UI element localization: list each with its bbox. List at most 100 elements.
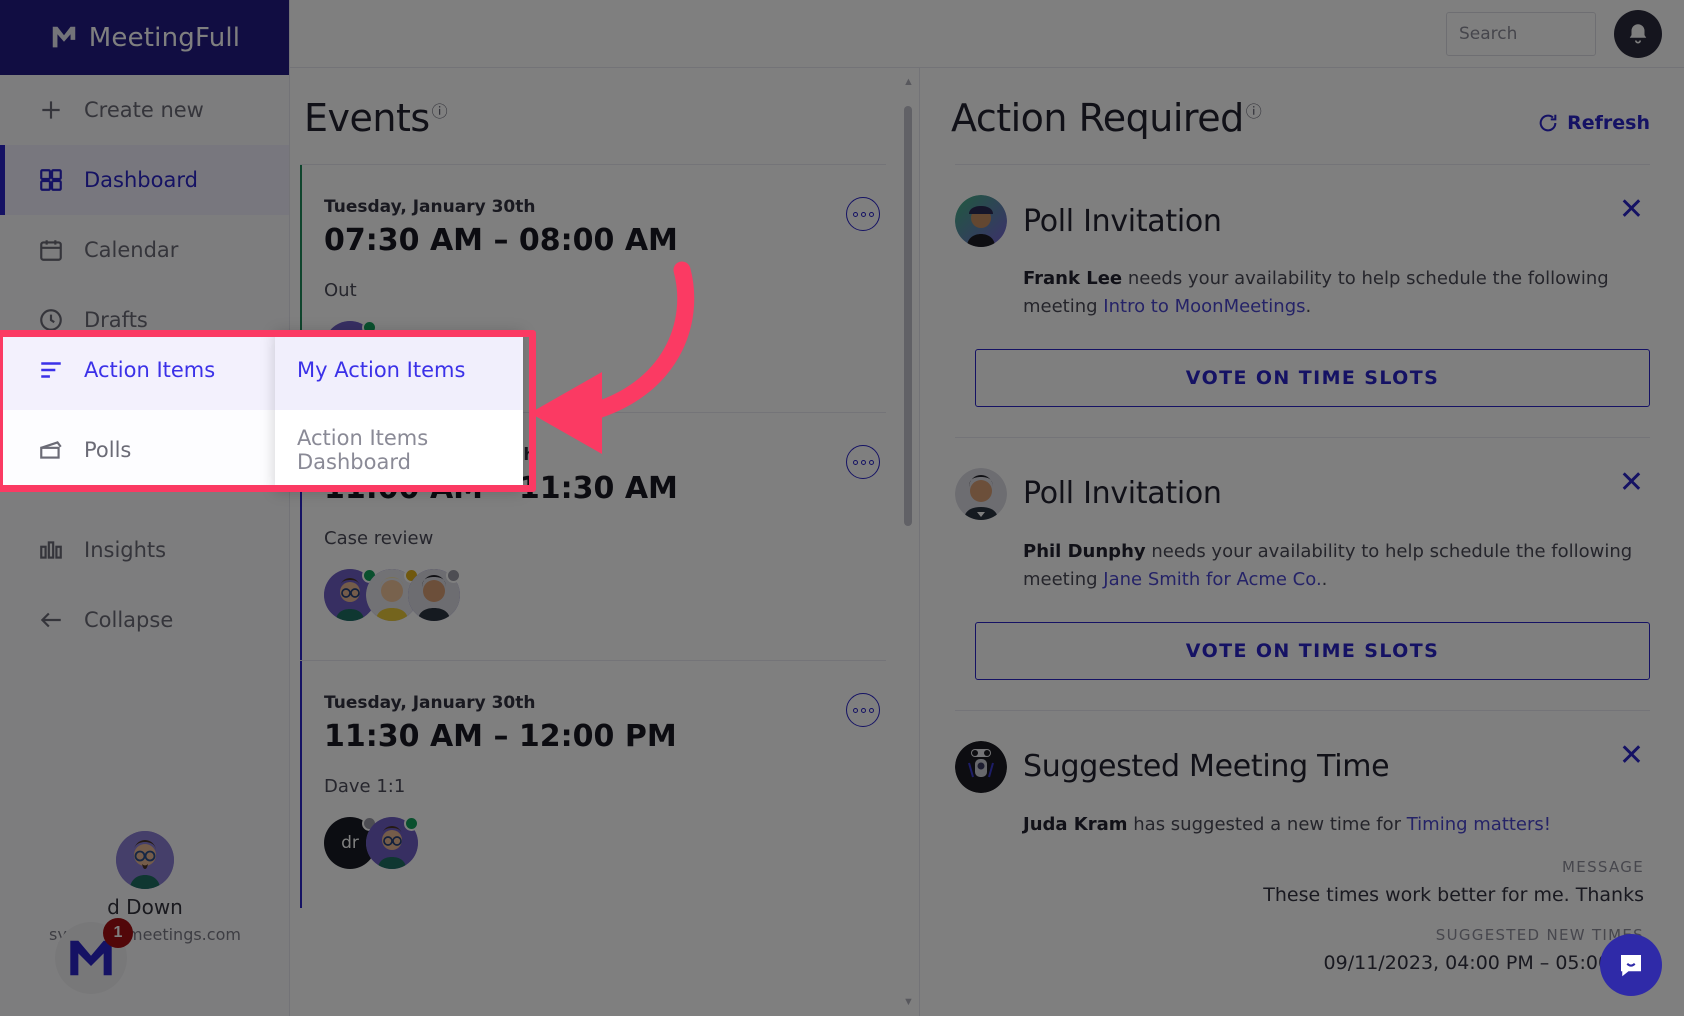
plus-icon [42,101,60,119]
page-title: Events ⓘ [304,96,448,140]
scroll-down-arrow[interactable]: ▼ [903,996,914,1008]
chat-bubble-icon [1621,955,1641,977]
action-card-link[interactable]: Intro to MoonMeetings [1103,296,1305,317]
event-card[interactable]: Tuesday, January 30th 11:30 AM – 12:00 P… [300,660,886,908]
brand-name: MeetingFull [88,22,241,53]
sidebar-item-label: Dashboard [84,168,198,192]
event-time: 11:30 AM – 12:00 PM [324,719,677,754]
event-name: Case review [324,528,434,549]
action-card-text-after: . [1321,568,1328,590]
search-box[interactable] [1446,11,1678,56]
action-card-head: Poll Invitation [955,467,1650,520]
action-card-actor: Juda Kram [1023,813,1128,835]
arrow-left-icon [40,612,61,628]
close-icon[interactable]: ✕ [1619,195,1644,225]
action-required-header: Action Required ⓘ Refresh [921,68,1684,152]
sidebar-item-dashboard[interactable]: Dashboard [0,145,289,215]
action-card-title: Poll Invitation [1023,476,1222,512]
gmail-icon[interactable]: 1 [55,918,133,994]
event-attendees: dr [324,816,886,869]
avatar-juda-kram [955,740,1007,793]
mail-badge-count: 1 [103,918,133,948]
sidebar-item-calendar[interactable]: Calendar [0,215,289,285]
avatar-phil-dunphy [955,467,1007,520]
event-date: Tuesday, January 30th [324,693,536,713]
bar-chart-icon [40,541,62,559]
vote-on-time-slots-button[interactable]: VOTE ON TIME SLOTS [975,621,1650,680]
suggested-times-block: SUGGESTED NEW TIMES 09/11/2023, 04:00 PM… [955,926,1650,974]
action-card-link[interactable]: Timing matters! [1407,814,1551,835]
more-dots-icon[interactable] [846,197,880,231]
action-card-title: Poll Invitation [1023,203,1222,239]
action-card: ✕ Poll Invitation Frank Lee needs your a… [955,164,1650,437]
help-circle-icon[interactable]: ⓘ [1246,102,1262,121]
chat-launcher-button[interactable] [1600,934,1662,996]
bell-icon [1629,23,1647,44]
sidebar-item-label: Drafts [84,308,148,332]
action-card-link[interactable]: Jane Smith for Acme Co. [1103,569,1321,590]
more-dots-icon[interactable] [846,693,880,727]
events-title-text: Events [304,96,430,140]
sidebar-item-collapse[interactable]: Collapse [0,585,289,655]
action-required-list[interactable]: ✕ Poll Invitation Frank Lee needs your a… [921,164,1684,1016]
grid-icon [40,169,62,191]
sidebar-item-label: Create new [84,98,204,122]
refresh-label: Refresh [1567,112,1650,134]
close-icon[interactable]: ✕ [1619,467,1644,498]
event-attendees [324,568,886,621]
user-name: d Down [107,895,183,919]
action-card: ✕ Suggested Meeting Time Juda Kram has s… [955,709,1650,1005]
action-required-title: Action Required ⓘ [951,96,1262,140]
message-label: MESSAGE [1562,858,1644,877]
suggested-times-label: SUGGESTED NEW TIMES [1435,926,1644,945]
action-required-column: Action Required ⓘ Refresh ✕ Poll Invitat… [921,68,1684,1016]
close-icon[interactable]: ✕ [1619,740,1644,771]
pointer-arrow-annotation [530,261,695,454]
action-card-text-before: has suggested a new time for [1127,813,1407,835]
action-card-title: Suggested Meeting Time [1023,749,1390,785]
help-circle-icon[interactable]: ⓘ [432,102,448,121]
sidebar-item-create-new[interactable]: Create new [0,75,289,145]
action-card-actor: Phil Dunphy [1023,540,1146,562]
events-header: Events ⓘ [290,68,919,152]
event-date: Tuesday, January 30th [324,197,536,217]
sidebar-item-insights[interactable]: Insights [0,515,289,585]
sidebar-item-label: Insights [84,538,167,562]
sidebar-item-label: Calendar [84,238,179,262]
avatar-initials-text: dr [341,833,359,853]
message-value: These times work better for me. Thanks [1263,884,1644,907]
action-card-body: Frank Lee needs your availability to hel… [955,265,1650,321]
more-dots-icon[interactable] [846,445,880,479]
action-card-body: Juda Kram has suggested a new time for T… [955,811,1650,839]
refresh-button[interactable]: Refresh [1537,112,1650,134]
action-required-title-text: Action Required [951,96,1244,140]
attendee-avatar[interactable] [408,568,461,621]
notifications-button[interactable] [1614,9,1662,58]
avatar [116,831,174,889]
action-card-head: Suggested Meeting Time [955,740,1650,793]
sidebar: MeetingFull Create new Dashboard Calenda… [0,0,290,1016]
vote-on-time-slots-button[interactable]: VOTE ON TIME SLOTS [975,348,1650,407]
event-name: Dave 1:1 [324,776,406,797]
action-card-text-after: . [1305,295,1312,317]
sidebar-item-label: Collapse [84,608,174,632]
brand-header: MeetingFull [0,0,289,75]
attendee-avatar[interactable] [366,816,419,869]
calendar-icon [40,240,62,261]
action-card: ✕ Poll Invitation Phil Dunphy needs your… [955,436,1650,710]
meetingfull-logo-icon [52,26,75,47]
message-block: MESSAGE These times work better for me. … [955,858,1650,906]
status-dot [404,816,419,831]
refresh-icon [1539,114,1557,132]
scrollbar-thumb[interactable] [904,106,912,526]
status-dot [446,568,461,583]
suggested-times-value: 09/11/2023, 04:00 PM – 05:00 PM [1323,952,1644,975]
sidebar-user-block[interactable]: d Down syd.d oonmeetings.com [0,831,290,944]
app-root: MeetingFull Create new Dashboard Calenda… [0,0,1684,1016]
topbar [290,0,1684,68]
events-scrollbar[interactable]: ▲ ▼ [903,76,914,1008]
action-card-actor: Frank Lee [1023,268,1123,289]
avatar-frank-lee [955,195,1007,247]
scroll-up-arrow[interactable]: ▲ [903,76,914,88]
action-card-body: Phil Dunphy needs your availability to h… [955,538,1650,594]
